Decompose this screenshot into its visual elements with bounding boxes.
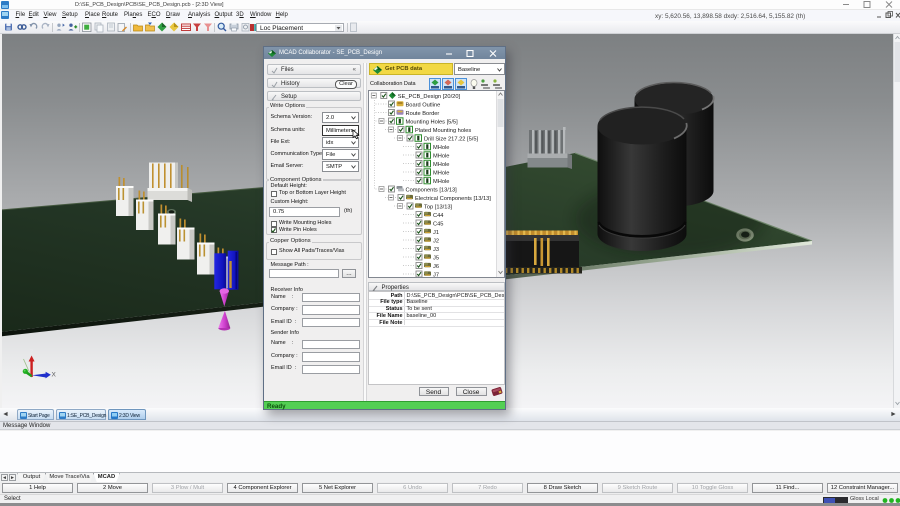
svg-text:Board Outline: Board Outline [405, 102, 440, 108]
svg-text:MHole: MHole [433, 144, 449, 150]
svg-text:MHole: MHole [433, 161, 449, 167]
svg-text:Top [13/13]: Top [13/13] [424, 204, 453, 210]
svg-text:Components [13/13]: Components [13/13] [405, 187, 457, 193]
svg-text:Mounting Holes [5/5]: Mounting Holes [5/5] [405, 119, 458, 125]
svg-text:SE_PCB_Design [20/20]: SE_PCB_Design [20/20] [397, 93, 460, 99]
svg-text:Plated Mounting holes: Plated Mounting holes [415, 127, 471, 133]
svg-text:C44: C44 [433, 212, 443, 218]
svg-text:MHole: MHole [433, 170, 449, 176]
svg-text:J3: J3 [433, 246, 439, 252]
svg-text:J7: J7 [433, 272, 439, 277]
svg-text:C45: C45 [433, 221, 443, 227]
svg-text:J1: J1 [433, 229, 439, 235]
svg-text:J6: J6 [433, 263, 439, 269]
svg-text:Z: Z [30, 349, 34, 356]
svg-text:Electrical Components [13/13]: Electrical Components [13/13] [415, 195, 491, 201]
svg-text:J2: J2 [433, 238, 439, 244]
svg-text:Drill Size 217.22 [5/5]: Drill Size 217.22 [5/5] [424, 136, 478, 142]
svg-text:Route Border: Route Border [405, 110, 439, 116]
svg-text:J5: J5 [433, 255, 439, 261]
svg-text:MHole: MHole [433, 153, 449, 159]
svg-text:MHole: MHole [433, 178, 449, 184]
svg-text:X: X [52, 372, 57, 379]
